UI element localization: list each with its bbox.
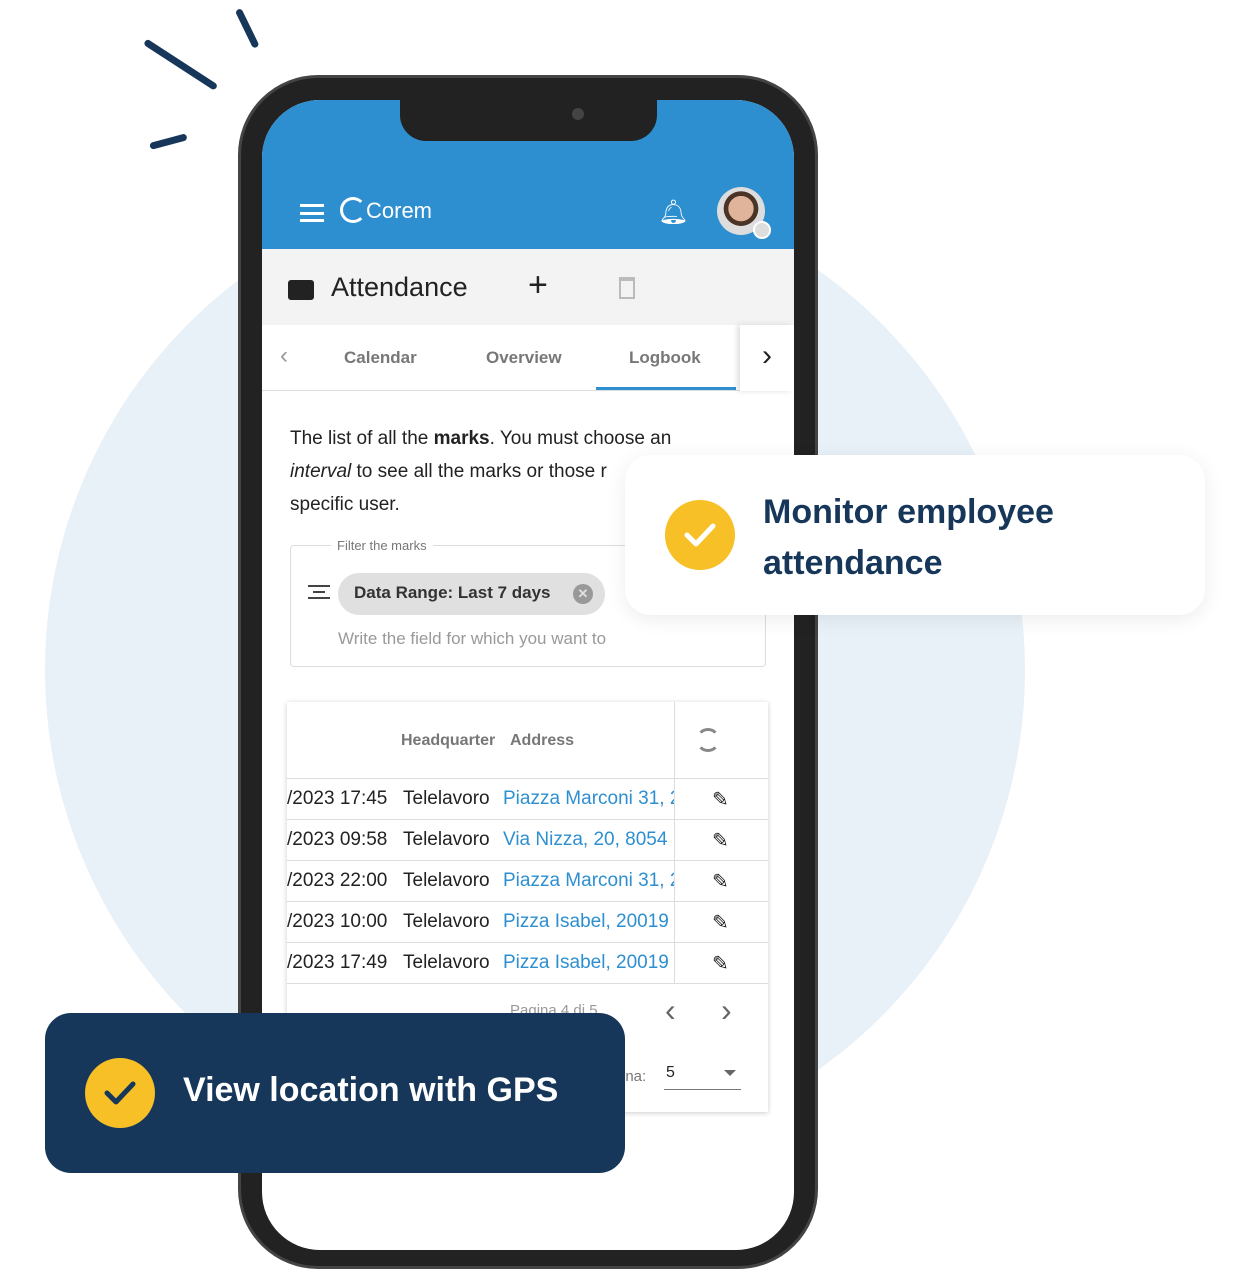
page-toolbar: Attendance + <box>262 249 794 325</box>
phone-notch <box>400 96 657 141</box>
desc-text: specific user. <box>290 494 400 515</box>
table-row[interactable]: /2023 17:45 Telelavoro Piazza Marconi 31… <box>287 779 768 820</box>
date-cell: /2023 17:45 <box>287 788 388 809</box>
date-cell: /2023 22:00 <box>287 870 388 891</box>
table-row[interactable]: /2023 09:58 Telelavoro Via Nizza, 20, 80… <box>287 820 768 861</box>
filter-legend: Filter the marks <box>331 538 433 553</box>
check-icon <box>85 1058 155 1128</box>
chevron-right-icon[interactable]: › <box>740 325 794 391</box>
id-badge-icon <box>288 280 314 300</box>
status-dot <box>753 221 771 239</box>
refresh-icon[interactable] <box>696 728 720 752</box>
address-link[interactable]: Piazza Marconi 31, 2 <box>503 788 674 810</box>
edit-icon[interactable]: ✎ <box>712 828 729 853</box>
check-icon <box>665 500 735 570</box>
headquarter-cell: Telelavoro <box>403 911 490 932</box>
date-cell: /2023 17:49 <box>287 952 388 973</box>
add-icon[interactable]: + <box>528 266 548 305</box>
chevron-left-icon[interactable]: ‹ <box>280 342 288 370</box>
rows-per-page-select[interactable]: 5 <box>664 1064 741 1090</box>
headquarter-cell: Telelavoro <box>403 788 490 809</box>
address-link[interactable]: Piazza Marconi 31, 2 <box>503 870 674 892</box>
prev-page-button[interactable]: ‹ <box>665 992 676 1029</box>
table-row[interactable]: /2023 10:00 Telelavoro Pizza Isabel, 200… <box>287 902 768 943</box>
header-headquarter[interactable]: Headquarter <box>401 732 495 750</box>
card-text: Monitor employee attendance <box>763 493 1054 582</box>
filter-icon[interactable] <box>308 585 330 599</box>
desc-text: to see all the marks or those r <box>351 461 607 482</box>
rows-per-page-label: ina: <box>622 1068 647 1085</box>
desc-text: The list of all the <box>290 428 434 449</box>
edit-icon[interactable]: ✎ <box>712 910 729 935</box>
address-link[interactable]: Via Nizza, 20, 8054 <box>503 829 667 851</box>
date-cell: /2023 09:58 <box>287 829 388 850</box>
table-row[interactable]: /2023 22:00 Telelavoro Piazza Marconi 31… <box>287 861 768 902</box>
tab-overview[interactable]: Overview <box>486 348 562 368</box>
filter-input[interactable]: Write the field for which you want to <box>338 629 606 649</box>
spark-decoration <box>234 7 260 49</box>
logo-icon <box>340 197 366 223</box>
brand-name: Corem <box>366 198 433 223</box>
delete-icon[interactable] <box>619 277 635 299</box>
monitor-attendance-card: Monitor employee attendance <box>625 455 1205 615</box>
header-address[interactable]: Address <box>510 732 574 750</box>
menu-icon[interactable] <box>300 204 324 222</box>
edit-icon[interactable]: ✎ <box>712 869 729 894</box>
date-cell: /2023 10:00 <box>287 911 388 932</box>
desc-italic: interval <box>290 461 352 482</box>
gps-location-card: View location with GPS <box>45 1013 625 1173</box>
headquarter-cell: Telelavoro <box>403 952 490 973</box>
page-title: Attendance <box>331 272 468 302</box>
spark-decoration <box>143 38 219 91</box>
date-range-chip[interactable]: Data Range: Last 7 days ✕ <box>338 573 605 615</box>
tab-calendar[interactable]: Calendar <box>344 348 417 368</box>
card-text: View location with GPS <box>183 1071 559 1109</box>
address-link[interactable]: Pizza Isabel, 20019 <box>503 911 669 933</box>
desc-text: . You must choose an <box>489 428 672 449</box>
edit-icon[interactable]: ✎ <box>712 787 729 812</box>
address-link[interactable]: Pizza Isabel, 20019 <box>503 952 669 974</box>
bell-icon[interactable]: 🔔︎ <box>658 198 688 227</box>
chip-remove-icon[interactable]: ✕ <box>573 584 593 604</box>
edit-icon[interactable]: ✎ <box>712 951 729 976</box>
tab-bar: ‹ Calendar Overview Logbook › <box>262 325 794 391</box>
next-page-button[interactable]: › <box>721 992 732 1029</box>
table-row[interactable]: /2023 17:49 Telelavoro Pizza Isabel, 200… <box>287 943 768 984</box>
headquarter-cell: Telelavoro <box>403 870 490 891</box>
desc-bold: marks <box>433 428 490 449</box>
tab-logbook[interactable]: Logbook <box>629 348 701 368</box>
spark-decoration <box>149 133 188 150</box>
active-tab-indicator <box>596 387 736 390</box>
rows-per-page-value: 5 <box>666 1064 675 1081</box>
dropdown-arrow-icon <box>724 1070 736 1082</box>
chip-label: Data Range: Last 7 days <box>354 583 551 602</box>
headquarter-cell: Telelavoro <box>403 829 490 850</box>
